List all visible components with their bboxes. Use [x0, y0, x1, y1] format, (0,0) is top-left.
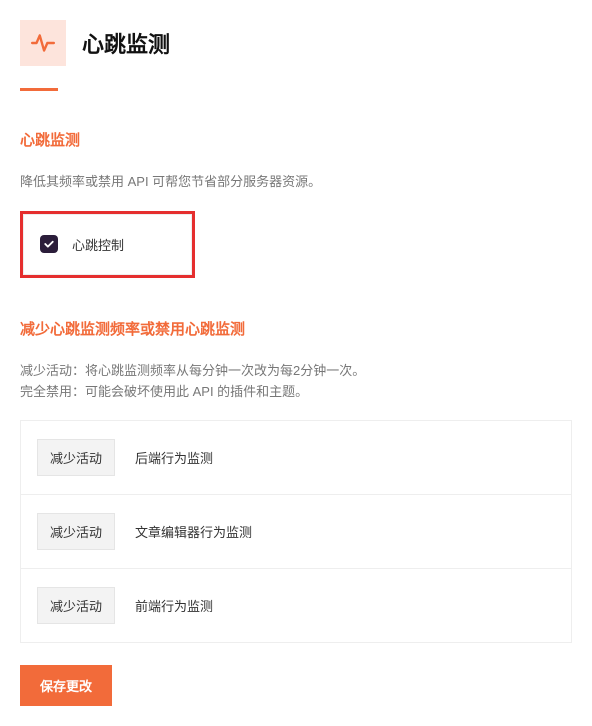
heartbeat-control-row[interactable]: 心跳控制: [23, 214, 192, 275]
section-reduce: 减少心跳监测频率或禁用心跳监测 减少活动：将心跳监测频率从每分钟一次改为每2分钟…: [20, 318, 572, 707]
section-heartbeat: 心跳监测 降低其频率或禁用 API 可帮您节省部分服务器资源。 心跳控制: [20, 129, 572, 278]
reduce-button-frontend[interactable]: 减少活动: [37, 587, 115, 624]
option-label-backend: 后端行为监测: [135, 448, 213, 467]
option-row-frontend: 减少活动 前端行为监测: [21, 569, 571, 643]
page-header: 心跳监测: [20, 20, 572, 66]
section-title-reduce: 减少心跳监测频率或禁用心跳监测: [20, 318, 572, 339]
option-label-frontend: 前端行为监测: [135, 596, 213, 615]
section-title-heartbeat: 心跳监测: [20, 129, 572, 150]
option-label-editor: 文章编辑器行为监测: [135, 522, 252, 541]
option-row-editor: 减少活动 文章编辑器行为监测: [21, 495, 571, 569]
heartbeat-icon: [20, 20, 66, 66]
desc-line-2: 完全禁用：可能会破坏使用此 API 的插件和主题。: [20, 382, 572, 403]
heartbeat-control-checkbox[interactable]: [40, 235, 58, 253]
section-desc-heartbeat: 降低其频率或禁用 API 可帮您节省部分服务器资源。: [20, 172, 572, 193]
option-list: 减少活动 后端行为监测 减少活动 文章编辑器行为监测 减少活动 前端行为监测: [20, 420, 572, 643]
heartbeat-control-label: 心跳控制: [72, 235, 124, 254]
reduce-button-backend[interactable]: 减少活动: [37, 439, 115, 476]
section-desc-reduce: 减少活动：将心跳监测频率从每分钟一次改为每2分钟一次。 完全禁用：可能会破坏使用…: [20, 361, 572, 403]
option-row-backend: 减少活动 后端行为监测: [21, 421, 571, 495]
save-button[interactable]: 保存更改: [20, 665, 112, 706]
desc-line-1: 减少活动：将心跳监测频率从每分钟一次改为每2分钟一次。: [20, 361, 572, 382]
page-title: 心跳监测: [82, 27, 170, 59]
highlight-box: 心跳控制: [20, 211, 195, 278]
reduce-button-editor[interactable]: 减少活动: [37, 513, 115, 550]
tab-indicator: [20, 88, 58, 91]
